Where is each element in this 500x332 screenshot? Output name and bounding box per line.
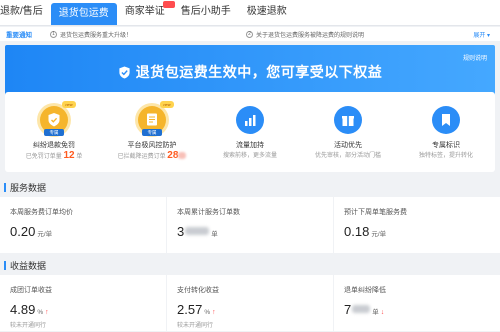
benefit-count: 12 bbox=[63, 150, 75, 161]
notice-item[interactable]: 2 关于退货包运费服务被降运费的规则说明 bbox=[246, 30, 364, 39]
metric-value: 2.57% ↑ bbox=[177, 302, 216, 317]
benefit-dispute-waiver[interactable]: new 专属 纠纷退款免罚 已免罚订单量 12 单 bbox=[5, 92, 103, 172]
shield-check-icon bbox=[119, 66, 130, 79]
metric-number: 2.57 bbox=[177, 302, 203, 317]
rules-link[interactable]: 规则说明 bbox=[463, 53, 487, 62]
redacted-value bbox=[178, 152, 187, 159]
metric-value: 4.89% ↑ bbox=[10, 302, 49, 317]
new-tag: new bbox=[62, 101, 76, 108]
redacted-value bbox=[185, 227, 210, 235]
metric-dispute-reduction: 退单纠纷降低 7 单 ↓ bbox=[334, 275, 500, 331]
benefit-traffic-boost[interactable]: 流量加持 搜索前移，更多流量 bbox=[201, 92, 299, 172]
notice-number: 1 bbox=[50, 30, 57, 38]
benefit-sub: 已拦截降运费订单 28 bbox=[103, 150, 201, 161]
benefit-name: 活动优先 bbox=[334, 142, 362, 149]
notice-item[interactable]: 1 退货包运费服务重大升级！ bbox=[50, 30, 132, 39]
metric-avg-fee: 本周服务费订单均价 0.20 元/单 bbox=[0, 197, 167, 253]
benefit-risk-control[interactable]: new 专属 平台极风控防护 已拦截降运费订单 28 bbox=[103, 92, 201, 172]
bar-chart-icon bbox=[236, 106, 264, 134]
metric-order-count: 本周累计服务订单数 3单 bbox=[167, 197, 334, 253]
benefit-name: 专属标识 bbox=[432, 142, 460, 149]
metric-unit: % bbox=[37, 309, 44, 316]
gift-icon bbox=[334, 106, 362, 134]
section-title-service: 服务数据 bbox=[0, 180, 500, 196]
benefit-sub: 独特标签，提升转化 bbox=[418, 153, 473, 159]
metric-number: 3 bbox=[177, 224, 185, 239]
metric-label: 本周服务费订单均价 bbox=[10, 209, 73, 216]
notice-text: 关于退货包运费服务被降运费的规则说明 bbox=[256, 32, 365, 39]
metric-label: 预计下周单笔服务费 bbox=[344, 209, 407, 216]
metric-label: 成团订单收益 bbox=[10, 287, 52, 294]
exclusive-tag: 专属 bbox=[44, 129, 64, 136]
notice-number: 2 bbox=[246, 30, 253, 38]
metric-next-week-fee: 预计下周单笔服务费 0.18 元/单 bbox=[334, 197, 500, 253]
tab-label: 商家举证 bbox=[124, 6, 165, 17]
tab-refund-aftersale[interactable]: 退款/售后 bbox=[0, 0, 51, 25]
tab-bar: 退款/售后 退货包运费 商家举证 售后小助手 极速退款 bbox=[0, 0, 500, 26]
tab-return-shipping[interactable]: 退货包运费 bbox=[50, 3, 117, 25]
benefit-sub-suffix: 单 bbox=[74, 154, 83, 160]
benefits-card: new 专属 纠纷退款免罚 已免罚订单量 12 单 new 专属 平台极风控防护… bbox=[5, 92, 495, 172]
notice-text: 退货包运费服务重大升级！ bbox=[60, 32, 133, 39]
income-metrics: 成团订单收益 4.89% ↑ 较未开通同行 支付转化收益 2.57% ↑ 较未开通同… bbox=[0, 275, 500, 331]
metric-note: 较未开通同行 bbox=[10, 323, 47, 329]
metric-value: 0.18 元/单 bbox=[344, 224, 386, 239]
metric-unit: 元/单 bbox=[371, 231, 387, 238]
section-title-income: 收益数据 bbox=[0, 258, 500, 274]
benefit-event-priority[interactable]: 活动优先 优先审核，部分活动门槛 bbox=[299, 92, 397, 172]
metric-unit: 单 bbox=[211, 231, 218, 238]
benefit-sub: 搜索前移，更多流量 bbox=[222, 153, 277, 159]
benefit-sub: 优先审核，部分活动门槛 bbox=[314, 153, 381, 159]
metric-label: 退单纠纷降低 bbox=[344, 287, 386, 294]
arrow-up-icon: ↑ bbox=[212, 309, 216, 316]
benefit-name: 平台极风控防护 bbox=[127, 142, 177, 149]
tab-merchant-evidence[interactable]: 商家举证 bbox=[117, 0, 175, 25]
bookmark-icon bbox=[432, 106, 460, 134]
hero-title-text: 退货包运费生效中，您可享受以下权益 bbox=[135, 64, 383, 80]
tab-aftersale-assistant[interactable]: 售后小助手 bbox=[173, 0, 239, 25]
new-tag: new bbox=[160, 101, 174, 108]
metric-number: 4.89 bbox=[10, 302, 36, 317]
benefit-count: 28 bbox=[167, 150, 179, 161]
metric-unit: 单 bbox=[372, 309, 379, 316]
metric-payment-conversion: 支付转化收益 2.57% ↑ 较未开通同行 bbox=[167, 275, 334, 331]
service-metrics: 本周服务费订单均价 0.20 元/单 本周累计服务订单数 3单 预计下周单笔服务费… bbox=[0, 197, 500, 253]
metric-unit: % bbox=[204, 309, 211, 316]
metric-value: 3单 bbox=[177, 224, 218, 239]
metric-label: 本周累计服务订单数 bbox=[177, 209, 240, 216]
arrow-up-icon: ↑ bbox=[45, 309, 49, 316]
tab-fast-refund[interactable]: 极速退款 bbox=[239, 0, 295, 25]
benefit-name: 纠纷退款免罚 bbox=[33, 142, 75, 149]
benefit-sub-prefix: 已拦截降运费订单 bbox=[117, 154, 168, 160]
metric-number: 0.18 bbox=[344, 224, 370, 239]
notice-label: 重要通知 bbox=[6, 32, 32, 39]
metric-number: 7 bbox=[344, 302, 352, 317]
benefit-sub: 已免罚订单量 12 单 bbox=[5, 150, 103, 161]
metric-note: 较未开通同行 bbox=[177, 323, 214, 329]
exclusive-tag: 专属 bbox=[142, 129, 162, 136]
hero-title: 退货包运费生效中，您可享受以下权益 bbox=[5, 62, 495, 82]
metric-label: 支付转化收益 bbox=[177, 287, 219, 294]
redacted-value bbox=[352, 305, 371, 313]
metric-unit: 元/单 bbox=[37, 231, 53, 238]
metric-number: 0.20 bbox=[10, 224, 36, 239]
arrow-down-icon: ↓ bbox=[380, 309, 385, 316]
benefit-exclusive-badge[interactable]: 专属标识 独特标签，提升转化 bbox=[397, 92, 495, 172]
notice-bar: 重要通知 1 退货包运费服务重大升级！ 2 关于退货包运费服务被降运费的规则说明… bbox=[0, 27, 500, 41]
expand-button[interactable]: 展开 ▾ bbox=[473, 30, 490, 39]
metric-value: 0.20 元/单 bbox=[10, 224, 52, 239]
benefit-name: 流量加持 bbox=[236, 142, 264, 149]
benefit-sub-prefix: 已免罚订单量 bbox=[25, 154, 64, 160]
metric-value: 7 单 ↓ bbox=[344, 302, 384, 317]
metric-group-order-gain: 成团订单收益 4.89% ↑ 较未开通同行 bbox=[0, 275, 167, 331]
